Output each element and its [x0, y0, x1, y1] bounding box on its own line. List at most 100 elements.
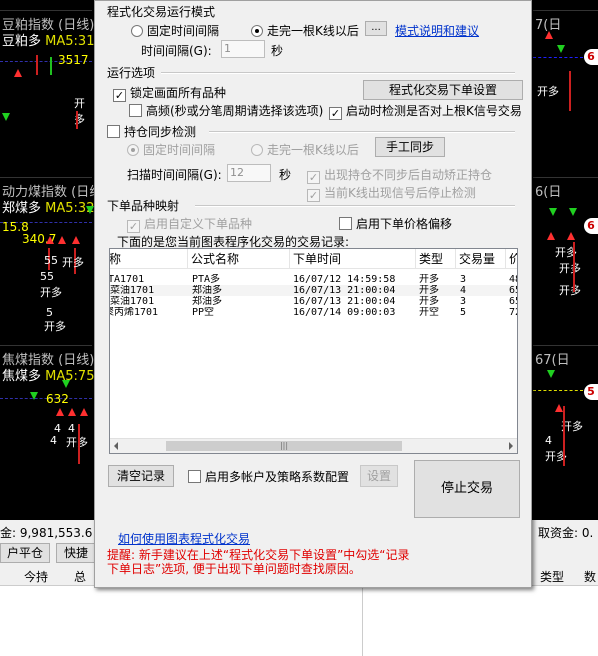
chart-panel-left-1[interactable]: 豆粕指数 (日线) 豆粕多 MA5:31 3517 开多 — [0, 10, 94, 166]
checkbox-icon: ✓ — [329, 107, 342, 120]
clear-records-button[interactable]: 清空记录 — [108, 465, 174, 487]
trade-record-list[interactable]: 称 公式名称 下单时间 类型 交易量 价 TA1701 PTA多 16/07/1… — [109, 248, 518, 454]
chart-panel-left-2[interactable]: 动力煤指数 (日线) 郑煤多 MA5:32 15.8 340.7 55 开多 5… — [0, 177, 107, 342]
sync-radio-fixed[interactable]: 固定时间间隔 — [127, 141, 215, 158]
manual-sync-button[interactable]: 手工同步 — [375, 137, 445, 157]
signal-label: 开多 — [40, 286, 62, 299]
column-time[interactable]: 下单时间 — [290, 249, 416, 269]
close-position-button[interactable]: 户平仓 — [0, 543, 50, 563]
radio-fixed-interval[interactable]: 固定时间间隔 — [131, 22, 219, 39]
quick-button[interactable]: 快捷 — [56, 543, 96, 563]
scroll-left-icon[interactable] — [114, 442, 118, 450]
radio-icon — [131, 25, 143, 37]
sell-arrow-icon — [549, 208, 557, 216]
signal-label: 开多 — [559, 262, 581, 275]
col-header[interactable]: 数 — [584, 568, 596, 585]
buy-arrow-icon — [56, 408, 64, 416]
order-settings-button[interactable]: 程式化交易下单设置 — [363, 80, 523, 100]
price-tag: 5 — [584, 384, 598, 400]
kline-bar — [569, 71, 571, 111]
howto-link[interactable]: 如何使用图表程式化交易 — [118, 530, 250, 547]
chart-panel-right-1[interactable]: 7(日 6 开多 — [533, 10, 598, 166]
cell-time: 16/07/13 21:00:04 — [293, 296, 396, 307]
buy-arrow-icon — [46, 236, 54, 244]
column-qty[interactable]: 交易量 — [456, 249, 506, 269]
scan-interval-unit: 秒 — [279, 168, 292, 182]
stop-trading-button[interactable]: 停止交易 — [414, 460, 520, 518]
startup-check-checkbox[interactable]: ✓ 启动时检测是否对上根K信号交易 — [329, 102, 522, 120]
signal-label: 开多 — [537, 85, 559, 98]
sync-radio-kline[interactable]: 走完一根K线以后 — [251, 141, 359, 158]
divider — [209, 131, 515, 133]
interval-label: 时间间隔(G): — [141, 44, 212, 58]
group-mode-title: 程式化交易运行模式 — [107, 5, 216, 19]
chart-panel-right-3[interactable]: 67(日 5 开多 4 开多 — [533, 345, 598, 515]
scroll-right-icon[interactable] — [509, 442, 513, 450]
kline-bar — [50, 57, 52, 75]
cell-price: 48 — [509, 274, 517, 285]
chart-panel-right-2[interactable]: 6(日 6 开多 开多 开多 — [533, 177, 598, 342]
cell-name: 聚丙烯1701 — [109, 307, 159, 318]
buy-arrow-icon — [68, 408, 76, 416]
scroll-thumb[interactable]: ||| — [166, 441, 402, 451]
col-header[interactable]: 今持 — [24, 568, 48, 585]
stop-check-checkbox[interactable]: ✓ 当前K线出现信号后停止检测 — [307, 184, 476, 202]
column-price[interactable]: 价 — [506, 249, 517, 269]
buy-arrow-icon — [545, 31, 553, 39]
panel-subtitle: 焦煤多 MA5:75 — [2, 369, 95, 384]
cell-time: 16/07/13 21:00:04 — [293, 285, 396, 296]
radio-kline-complete[interactable]: 走完一根K线以后 — [251, 22, 359, 39]
lock-all-checkbox[interactable]: ✓ 锁定画面所有品种 — [113, 84, 226, 102]
interval-input[interactable]: 1 — [221, 40, 265, 58]
checkbox-icon: ✓ — [113, 89, 126, 102]
buy-arrow-icon — [567, 232, 575, 240]
signal-label: 55 — [44, 254, 58, 267]
checkbox-icon — [188, 470, 201, 483]
cell-qty: 3 — [460, 296, 467, 307]
scan-interval-input[interactable]: 12 — [227, 164, 271, 182]
table-row[interactable]: TA1701 PTA多 16/07/12 14:59:58 开多 3 48 — [110, 274, 517, 285]
column-formula[interactable]: 公式名称 — [188, 249, 290, 269]
panel-subtitle: 郑煤多 MA5:32 — [2, 201, 95, 216]
signal-label: 开多 — [62, 256, 84, 269]
kline-bar — [573, 242, 575, 292]
settings-button[interactable]: 设置 — [360, 465, 398, 487]
horizontal-scrollbar[interactable]: ||| — [110, 438, 517, 453]
sell-arrow-icon — [62, 380, 70, 388]
sell-arrow-icon — [569, 208, 577, 216]
more-button[interactable]: ... — [365, 21, 387, 36]
cell-type: 开多 — [419, 274, 439, 285]
signal-label: 开多 — [559, 284, 581, 297]
checkbox-icon — [129, 104, 142, 117]
custom-symbol-checkbox[interactable]: ✓ 启用自定义下单品种 — [127, 215, 252, 233]
buy-arrow-icon — [547, 232, 555, 240]
signal-label: 4 — [50, 434, 57, 447]
checkbox-icon: ✓ — [307, 171, 320, 184]
cell-type: 开多 — [419, 296, 439, 307]
chart-panel-left-3[interactable]: 焦煤指数 (日线) 焦煤多 MA5:75 632 4 4 4 开多 — [0, 345, 95, 515]
buy-arrow-icon — [14, 69, 22, 77]
cell-price: 72 — [509, 307, 517, 318]
column-type[interactable]: 类型 — [416, 249, 456, 269]
column-name[interactable]: 称 — [110, 249, 188, 269]
buy-arrow-icon — [58, 236, 66, 244]
price-offset-checkbox[interactable]: 启用下单价格偏移 — [339, 215, 452, 232]
multi-account-checkbox[interactable]: 启用多帐户及策略系数配置 — [188, 468, 349, 485]
auto-fix-checkbox[interactable]: ✓ 出现持仓不同步后自动矫正持仓 — [307, 166, 492, 184]
col-header[interactable]: 类型 — [540, 568, 564, 585]
table-row[interactable]: 聚丙烯1701 PP空 16/07/14 09:00:03 开空 5 72 — [109, 307, 517, 318]
cell-name: i菜油1701 — [109, 296, 155, 307]
cell-formula: 郑油多 — [192, 296, 222, 307]
table-row[interactable]: i菜油1701 郑油多 16/07/13 21:00:04 开多 4 65 — [110, 285, 517, 296]
table-divider — [362, 586, 363, 656]
table-row[interactable]: i菜油1701 郑油多 16/07/13 21:00:04 开多 3 65 — [109, 296, 517, 307]
col-header[interactable]: 总 — [74, 568, 86, 585]
mode-help-link[interactable]: 模式说明和建议 — [395, 22, 479, 39]
cell-qty: 5 — [460, 307, 467, 318]
position-sync-checkbox[interactable]: 持仓同步检测 — [107, 123, 196, 140]
sell-arrow-icon — [30, 392, 38, 400]
buy-arrow-icon — [555, 404, 563, 412]
high-frequency-checkbox[interactable]: 高频(秒或分笔周期请选择该选项) — [129, 102, 323, 119]
sell-arrow-icon — [547, 370, 555, 378]
buy-arrow-icon — [72, 236, 80, 244]
